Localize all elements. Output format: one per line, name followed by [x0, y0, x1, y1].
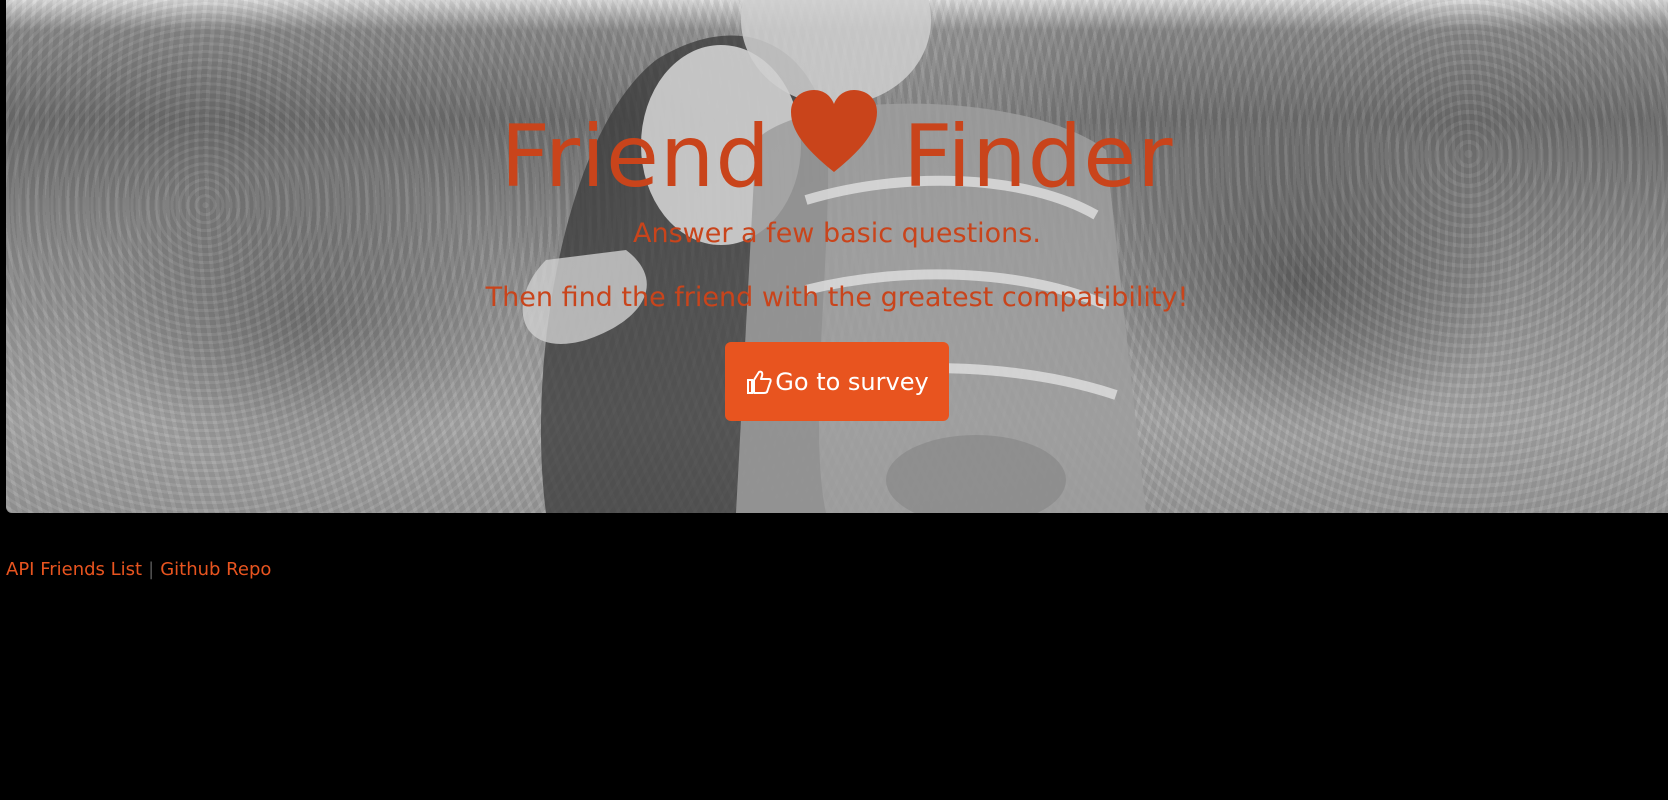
thumbs-up-icon [747, 370, 772, 394]
hero-jumbotron: Friend Finder Answer a few basic question… [6, 0, 1668, 513]
footer-links: API Friends List | Github Repo [6, 559, 271, 580]
github-repo-link[interactable]: Github Repo [160, 559, 271, 580]
hero-content: Friend Finder Answer a few basic question… [6, 0, 1668, 513]
subtitle-primary: Answer a few basic questions. [633, 218, 1041, 249]
heart-icon [789, 88, 879, 178]
go-to-survey-label: Go to survey [775, 367, 929, 396]
footer-separator: | [148, 559, 155, 580]
page-title: Friend Finder [6, 88, 1668, 212]
subtitle-secondary: Then find the friend with the greatest c… [485, 282, 1189, 313]
go-to-survey-button[interactable]: Go to survey [725, 342, 949, 421]
title-friend: Friend [500, 107, 771, 207]
title-finder: Finder [903, 107, 1174, 207]
api-friends-list-link[interactable]: API Friends List [6, 559, 142, 580]
